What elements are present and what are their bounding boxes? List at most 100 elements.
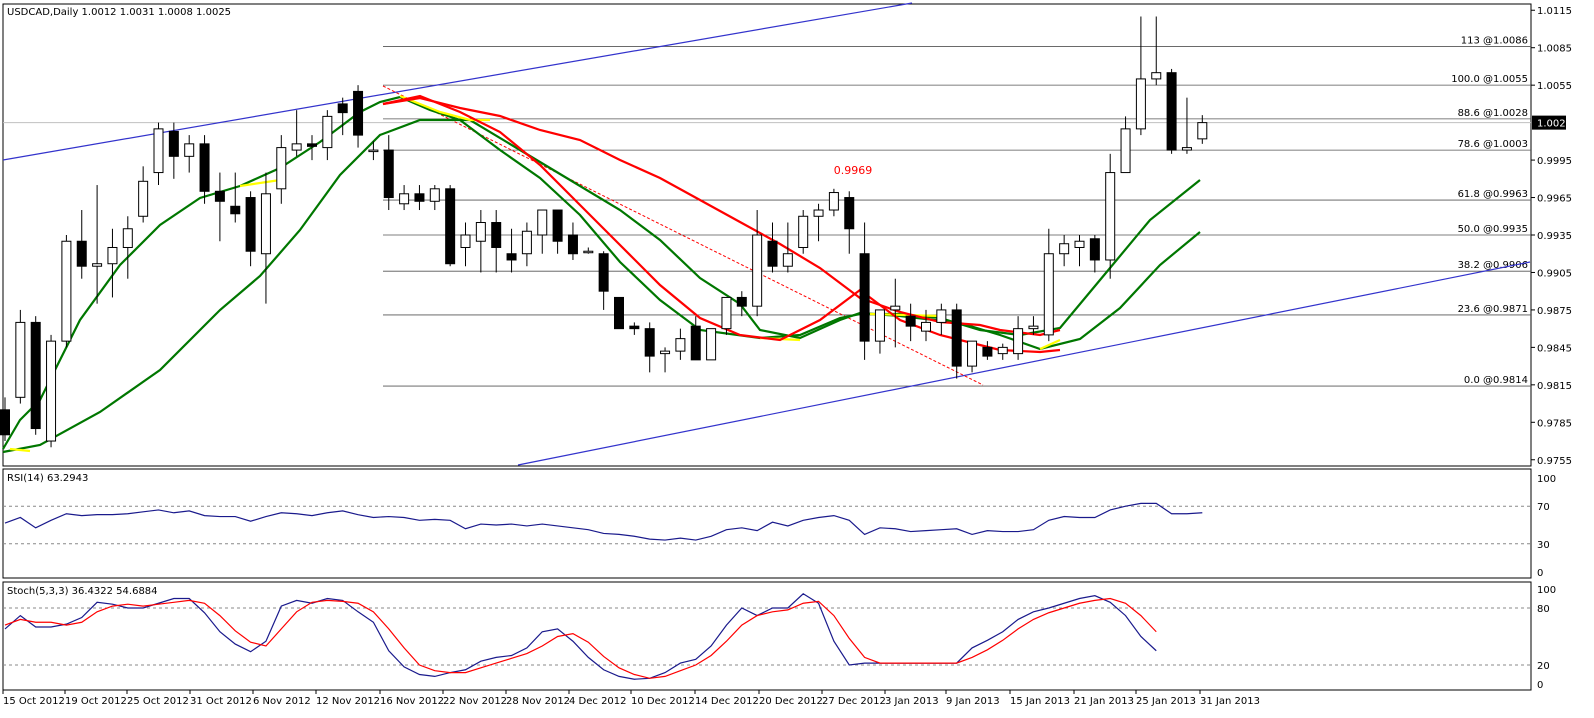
candle[interactable] <box>614 296 624 330</box>
candle-body-bull <box>61 240 72 342</box>
candle[interactable] <box>445 185 456 267</box>
fib-level-label: 78.6 @1.0003 <box>1458 139 1528 150</box>
date-label: 22 Nov 2012 <box>443 696 507 707</box>
candle-body-bull <box>721 296 732 330</box>
candle[interactable] <box>46 334 57 448</box>
date-label: 19 Oct 2012 <box>65 696 127 707</box>
stoch-tick-label: 20 <box>1537 661 1550 672</box>
candle-body-bear <box>230 205 241 215</box>
candle-body-bear <box>598 253 609 292</box>
candle[interactable] <box>15 309 26 404</box>
candle-body-bear <box>353 90 364 136</box>
date-label: 31 Jan 2013 <box>1200 696 1260 707</box>
price-annotation: 0.9969 <box>834 164 873 177</box>
candle-body-bull <box>1151 72 1162 80</box>
candle[interactable] <box>61 235 72 348</box>
date-label: 21 Jan 2013 <box>1074 696 1134 707</box>
candle-body-bull <box>1013 328 1024 355</box>
fib-level-label: 23.6 @0.9871 <box>1458 304 1528 315</box>
price-tick-label: 0.9755 <box>1537 456 1572 467</box>
rsi-tick-label: 0 <box>1537 568 1543 579</box>
candle-body-bull <box>368 149 379 153</box>
candle-body-bull <box>1197 122 1208 140</box>
candle-body-bear <box>1089 238 1100 261</box>
date-label: 14 Dec 2012 <box>695 696 759 707</box>
candle-body-bull <box>1105 172 1116 261</box>
rsi-header: RSI(14) 63.2943 <box>7 473 88 484</box>
candle-body-bear <box>414 193 425 202</box>
date-label: 15 Oct 2012 <box>3 696 65 707</box>
candle-body-bull <box>890 305 901 311</box>
date-label: 15 Jan 2013 <box>1010 696 1070 707</box>
candle-body-bear <box>245 197 256 252</box>
price-tick-label: 0.9875 <box>1537 306 1572 317</box>
stoch-tick-label: 80 <box>1537 604 1550 615</box>
candle-body-bull <box>936 309 947 323</box>
candle-body-bull <box>521 230 532 255</box>
rsi-tick-label: 70 <box>1537 502 1550 513</box>
date-label: 20 Dec 2012 <box>759 696 823 707</box>
candle-body-bear <box>982 346 993 357</box>
candle-body-bull <box>1120 128 1131 174</box>
candle-body-bull <box>752 234 763 307</box>
stoch-header: Stoch(5,3,3) 36.4322 54.6884 <box>7 586 158 597</box>
price-tick-label: 0.9905 <box>1537 268 1572 279</box>
rsi-tick-label: 100 <box>1537 474 1556 485</box>
stoch-tick-label: 0 <box>1537 680 1543 691</box>
candle-body-bull <box>1043 253 1054 336</box>
candle-body-bear <box>844 197 855 230</box>
candle-body-bull <box>997 346 1008 355</box>
price-tick-label: 0.9815 <box>1537 381 1572 392</box>
price-tick-label: 0.9965 <box>1537 194 1572 205</box>
price-tick-label: 1.0085 <box>1537 44 1572 55</box>
candle[interactable] <box>30 316 41 435</box>
candle[interactable] <box>798 210 809 254</box>
candle[interactable] <box>1105 153 1116 279</box>
candle-body-bull <box>874 309 885 342</box>
candle-body-bear <box>30 321 41 430</box>
fib-level-label: 61.8 @0.9963 <box>1458 189 1528 200</box>
candle-body-bull <box>107 246 118 265</box>
candle-body-bear <box>383 149 394 199</box>
candle-body-bull <box>460 234 471 248</box>
candle-body-bull <box>15 321 26 398</box>
fib-level-label: 0.0 @0.9814 <box>1464 375 1528 386</box>
candle-body-bull <box>138 180 149 217</box>
current-price-label: 1.0025 <box>1537 119 1572 130</box>
candle-body-bull <box>153 128 164 174</box>
candle-body-bear <box>629 325 640 330</box>
candle-body-bear <box>491 222 502 248</box>
candle-body-bear <box>214 190 225 202</box>
candle-body-bull <box>475 222 486 242</box>
fib-level-label: 50.0 @0.9935 <box>1458 224 1528 235</box>
candle-body-bull <box>1059 243 1070 255</box>
date-label: 3 Jan 2013 <box>885 696 939 707</box>
price-tick-label: 0.9995 <box>1537 156 1572 167</box>
date-label: 9 Jan 2013 <box>946 696 1000 707</box>
rsi-tick-label: 30 <box>1537 540 1550 551</box>
candle-body-bear <box>644 328 655 357</box>
fib-level-label: 100.0 @1.0055 <box>1451 74 1528 85</box>
candle-body-bear <box>307 143 317 147</box>
date-label: 31 Oct 2012 <box>190 696 252 707</box>
candle-body-bull <box>813 209 824 217</box>
usdcad-daily-chart[interactable]: USDCAD,Daily 1.0012 1.0031 1.0008 1.0025… <box>0 0 1594 718</box>
fib-level-label: 113 @1.0086 <box>1461 35 1528 46</box>
price-tick-label: 0.9845 <box>1537 343 1572 354</box>
candle-body-bull <box>322 115 333 149</box>
price-tick-label: 1.0055 <box>1537 81 1572 92</box>
candle-body-bear <box>552 209 563 242</box>
candle-body-bear <box>905 315 916 327</box>
candle-body-bull <box>583 250 594 254</box>
price-tick-label: 0.9785 <box>1537 418 1572 429</box>
candle-body-bull <box>184 143 195 157</box>
rsi-panel[interactable] <box>2 468 1532 579</box>
candle-body-bull <box>92 263 103 267</box>
stoch-panel[interactable] <box>2 581 1532 691</box>
candle[interactable] <box>706 328 717 361</box>
candle-body-bear <box>506 253 517 261</box>
candle[interactable] <box>1166 68 1177 154</box>
date-label: 25 Jan 2013 <box>1136 696 1196 707</box>
candle-body-bear <box>690 325 701 361</box>
annotations: 0.9969 <box>834 164 873 177</box>
